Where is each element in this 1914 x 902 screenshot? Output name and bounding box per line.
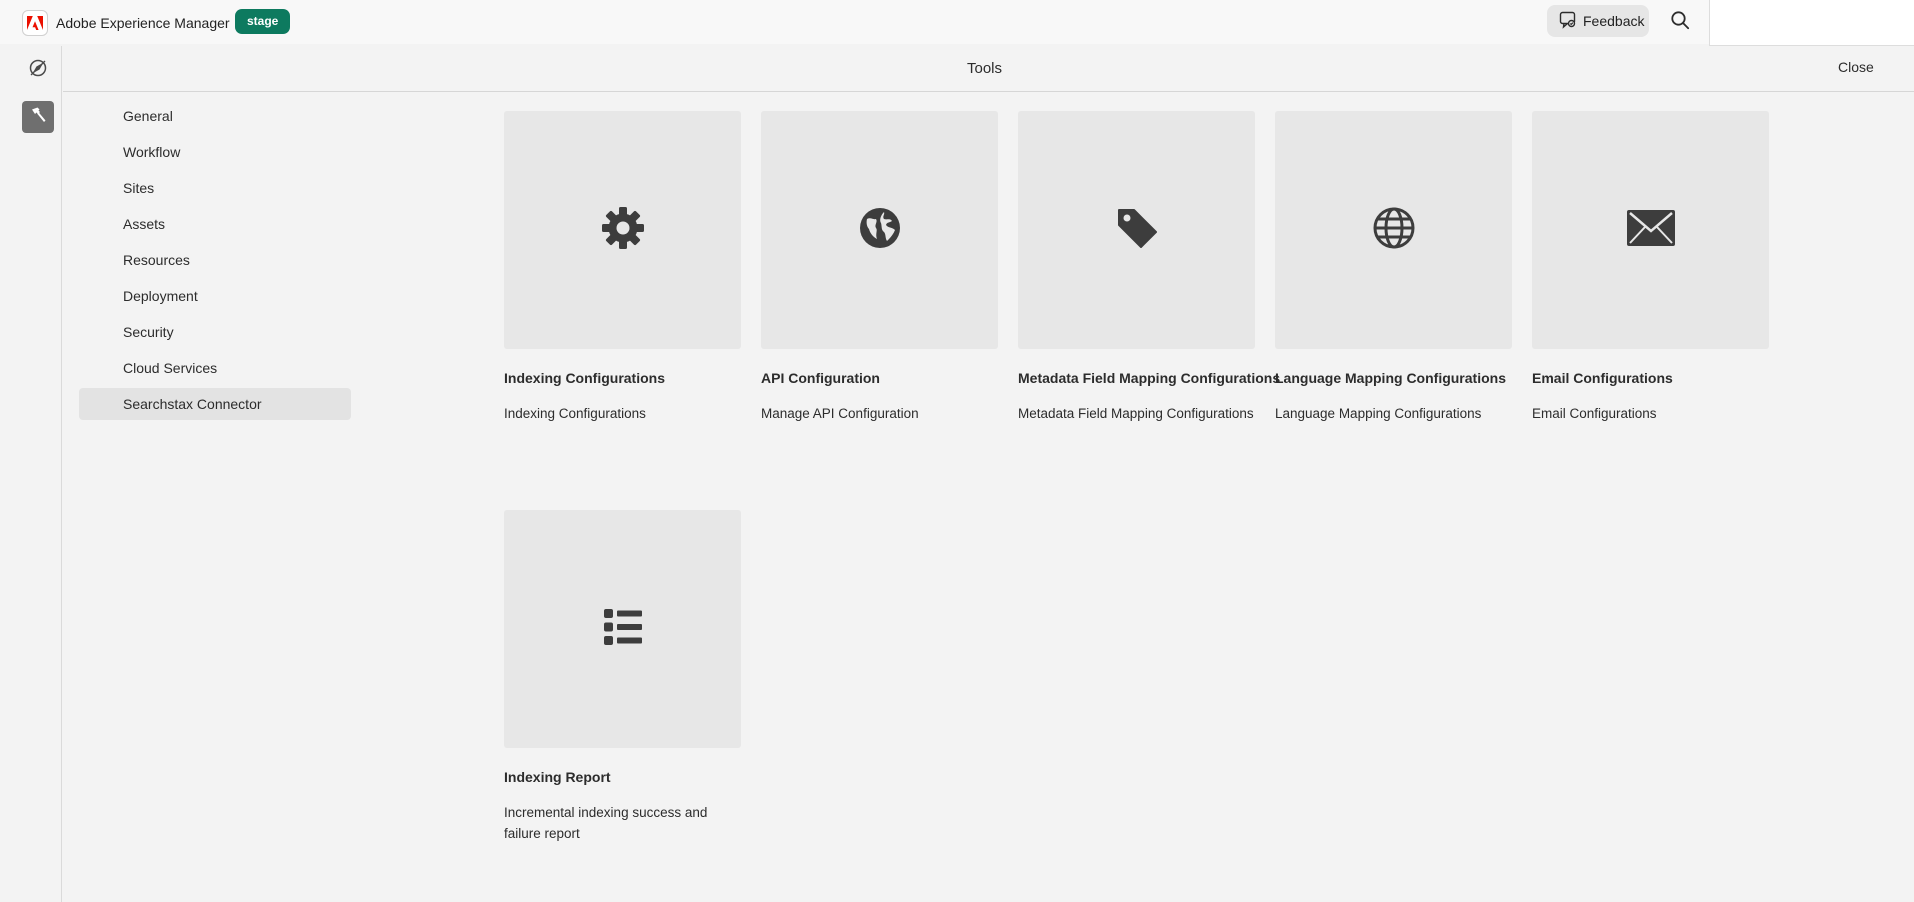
category-item-assets[interactable]: Assets bbox=[79, 208, 351, 240]
brand[interactable]: Adobe Experience Manager bbox=[22, 10, 230, 36]
category-item-security[interactable]: Security bbox=[79, 316, 351, 348]
globe-grid-icon bbox=[1372, 206, 1416, 255]
close-button[interactable]: Close bbox=[1838, 59, 1874, 75]
earth-icon bbox=[858, 206, 902, 255]
tools-header: Tools Close bbox=[63, 46, 1914, 92]
left-rail bbox=[0, 46, 62, 902]
category-item-sites[interactable]: Sites bbox=[79, 172, 351, 204]
tools-button[interactable] bbox=[22, 101, 54, 133]
top-bar: Adobe Experience Manager stage Feedback bbox=[0, 0, 1914, 46]
category-item-workflow[interactable]: Workflow bbox=[79, 136, 351, 168]
navigation-compass-icon bbox=[28, 58, 48, 83]
card-description: Incremental indexing success and failure… bbox=[504, 805, 708, 841]
card-description: Metadata Field Mapping Configurations bbox=[1018, 406, 1254, 421]
card-description: Language Mapping Configurations bbox=[1275, 406, 1482, 421]
feedback-button[interactable]: Feedback bbox=[1547, 5, 1649, 37]
category-item-searchstax-connector[interactable]: Searchstax Connector bbox=[79, 388, 351, 420]
gear-icon bbox=[601, 206, 645, 255]
tool-card-indexing-report[interactable]: Indexing Report Incremental indexing suc… bbox=[504, 510, 741, 844]
card-title: Email Configurations bbox=[1532, 370, 1673, 386]
tool-card-indexing-configurations[interactable]: Indexing Configurations Indexing Configu… bbox=[504, 111, 741, 424]
search-icon bbox=[1670, 10, 1690, 35]
tool-card-metadata-field-mapping-configurations[interactable]: Metadata Field Mapping Configurations Me… bbox=[1018, 111, 1281, 424]
category-item-deployment[interactable]: Deployment bbox=[79, 280, 351, 312]
card-thumbnail bbox=[1532, 111, 1769, 349]
user-menu-area[interactable] bbox=[1709, 0, 1914, 46]
card-title: Indexing Report bbox=[504, 769, 611, 785]
card-thumbnail bbox=[504, 510, 741, 748]
search-button[interactable] bbox=[1666, 8, 1694, 36]
environment-badge: stage bbox=[235, 9, 291, 34]
card-description: Email Configurations bbox=[1532, 406, 1657, 421]
tool-card-language-mapping-configurations[interactable]: Language Mapping Configurations Language… bbox=[1275, 111, 1512, 424]
tools-category-list: General Workflow Sites Assets Resources … bbox=[79, 100, 351, 424]
envelope-icon bbox=[1626, 209, 1676, 252]
app-name: Adobe Experience Manager bbox=[56, 15, 230, 31]
card-thumbnail bbox=[504, 111, 741, 349]
navigation-button[interactable] bbox=[22, 54, 54, 86]
adobe-logo-icon bbox=[22, 10, 48, 36]
card-title: Language Mapping Configurations bbox=[1275, 370, 1506, 386]
category-item-general[interactable]: General bbox=[79, 100, 351, 132]
card-title: Metadata Field Mapping Configurations bbox=[1018, 370, 1281, 386]
card-title: API Configuration bbox=[761, 370, 880, 386]
tag-icon bbox=[1115, 206, 1159, 255]
card-description: Manage API Configuration bbox=[761, 406, 919, 421]
card-title: Indexing Configurations bbox=[504, 370, 665, 386]
card-thumbnail bbox=[1275, 111, 1512, 349]
tool-card-email-configurations[interactable]: Email Configurations Email Configuration… bbox=[1532, 111, 1769, 424]
feedback-label: Feedback bbox=[1583, 13, 1645, 29]
card-thumbnail bbox=[1018, 111, 1255, 349]
tool-card-api-configuration[interactable]: API Configuration Manage API Configurati… bbox=[761, 111, 998, 424]
page-title: Tools bbox=[966, 60, 1003, 77]
hammer-icon bbox=[29, 106, 47, 129]
card-thumbnail bbox=[761, 111, 998, 349]
category-item-resources[interactable]: Resources bbox=[79, 244, 351, 276]
list-icon bbox=[603, 607, 643, 652]
card-description: Indexing Configurations bbox=[504, 406, 646, 421]
feedback-icon bbox=[1559, 11, 1577, 32]
category-item-cloud-services[interactable]: Cloud Services bbox=[79, 352, 351, 384]
